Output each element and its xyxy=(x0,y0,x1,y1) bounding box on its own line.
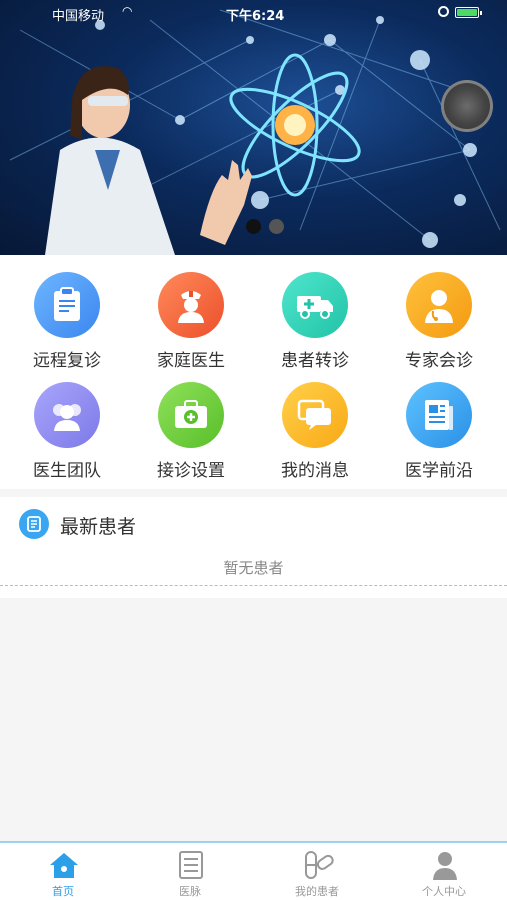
message-icon xyxy=(282,382,348,448)
feature-label: 接诊设置 xyxy=(157,461,225,481)
feature-expert-consultation[interactable]: 专家会诊 xyxy=(375,258,501,371)
home-icon xyxy=(48,849,80,881)
feature-label: 医生团队 xyxy=(33,461,101,481)
nurse-icon xyxy=(158,272,224,338)
feature-patient-referral[interactable]: 患者转诊 xyxy=(251,258,377,371)
banner-image xyxy=(9,9,501,255)
bottom-tab-bar: 首页 医脉 我的患者 个人中心 xyxy=(0,841,507,900)
carousel-dot-active[interactable] xyxy=(246,219,261,234)
latest-patients-section: 最新患者 暂无患者 xyxy=(0,497,507,598)
patient-list-icon xyxy=(19,509,49,539)
assistive-touch-button[interactable] xyxy=(441,80,493,132)
banner-carousel[interactable]: 中国移动 ◠ 下午6:24 xyxy=(0,0,507,255)
tab-home[interactable]: 首页 xyxy=(0,843,126,900)
feature-label: 医学前沿 xyxy=(405,461,473,481)
status-bar: 中国移动 ◠ 下午6:24 xyxy=(0,0,507,26)
app-root: 中国移动 ◠ 下午6:24 远程复诊 家庭医生 患者转诊 专家会诊 医生团队 接… xyxy=(0,0,507,900)
feature-label: 我的消息 xyxy=(281,461,349,481)
person-icon xyxy=(429,849,461,881)
feature-medical-frontier[interactable]: 医学前沿 xyxy=(375,368,501,481)
feature-doctor-team[interactable]: 医生团队 xyxy=(3,368,129,481)
feature-grid: 远程复诊 家庭医生 患者转诊 专家会诊 医生团队 接诊设置 我的消息 医学前沿 xyxy=(0,255,507,489)
tab-yimai[interactable]: 医脉 xyxy=(127,843,253,900)
feature-my-messages[interactable]: 我的消息 xyxy=(251,368,377,481)
carrier-label: 中国移动 xyxy=(52,9,105,24)
clock-label: 下午6:24 xyxy=(226,9,285,24)
medical-kit-icon xyxy=(158,382,224,448)
clipboard-icon xyxy=(34,272,100,338)
pill-icon xyxy=(302,849,334,881)
section-title: 最新患者 xyxy=(60,516,137,538)
tab-label: 首页 xyxy=(52,885,74,898)
divider xyxy=(0,585,507,586)
empty-state-text: 暂无患者 xyxy=(223,559,284,577)
doctor-icon xyxy=(406,272,472,338)
feature-remote-followup[interactable]: 远程复诊 xyxy=(3,258,129,371)
carousel-indicator xyxy=(246,219,284,234)
tab-label: 个人中心 xyxy=(422,885,466,898)
tab-profile[interactable]: 个人中心 xyxy=(381,843,507,900)
rotation-lock-icon xyxy=(438,6,449,17)
ambulance-icon xyxy=(282,272,348,338)
team-icon xyxy=(34,382,100,448)
tab-label: 医脉 xyxy=(179,885,201,898)
wifi-icon: ◠ xyxy=(122,4,133,18)
feature-consultation-settings[interactable]: 接诊设置 xyxy=(127,368,253,481)
tab-my-patients[interactable]: 我的患者 xyxy=(254,843,380,900)
feature-family-doctor[interactable]: 家庭医生 xyxy=(127,258,253,371)
document-icon xyxy=(175,849,207,881)
battery-icon xyxy=(455,7,482,18)
newspaper-icon xyxy=(406,382,472,448)
tab-label: 我的患者 xyxy=(295,885,339,898)
carousel-dot[interactable] xyxy=(269,219,284,234)
